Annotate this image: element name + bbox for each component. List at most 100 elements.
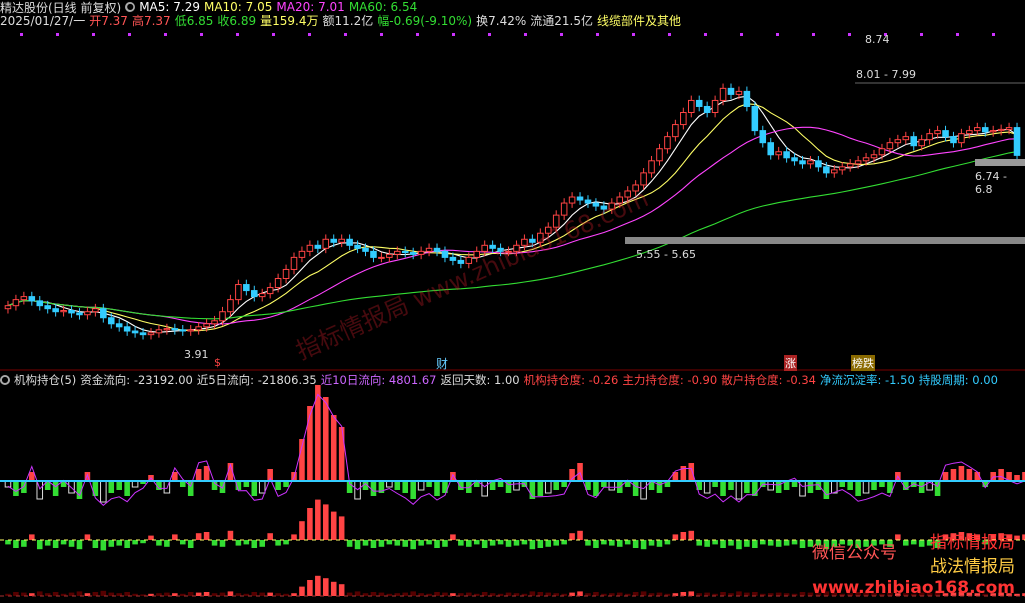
event-marker-finance[interactable]: 财: [436, 355, 448, 372]
resistance-band: [975, 159, 1025, 166]
hold-bar: [672, 534, 679, 540]
flow-bar: [799, 480, 806, 497]
range-top-annotation: 8.01 - 7.99: [856, 68, 916, 81]
candle-body: [107, 317, 115, 325]
candle-body: [672, 124, 679, 138]
hold-bar: [537, 540, 544, 548]
retail-bar: [52, 592, 59, 596]
quote-info-line: 2025/01/27/一 开7.37 高7.37 低6.85 收6.89 量15…: [0, 11, 681, 29]
retail-bar: [656, 592, 663, 596]
flow-bar: [251, 481, 258, 496]
retail-bar: [632, 592, 639, 596]
retail-bar: [251, 592, 258, 596]
border-dot: [992, 33, 995, 36]
hold-bar: [338, 516, 345, 540]
candle-body: [139, 332, 147, 336]
retail-bar: [354, 591, 361, 596]
candle-body: [12, 299, 20, 307]
top-dotted-border: [20, 33, 995, 36]
flow-bar: [847, 481, 853, 490]
retail-bar: [76, 591, 83, 596]
indicator-panel[interactable]: [0, 385, 1025, 597]
hold-bar: [553, 540, 559, 546]
hold-bar: [315, 499, 321, 540]
candle-body: [727, 87, 735, 95]
flow-bar: [100, 480, 107, 503]
candle-body: [378, 256, 385, 259]
retail-bar: [545, 592, 552, 596]
retail-bar: [195, 592, 202, 596]
indicator-settings-icon[interactable]: ●: [0, 375, 10, 385]
candle-body: [298, 250, 306, 258]
candle-body: [838, 166, 846, 171]
retail-bar: [68, 592, 75, 596]
event-marker-dollar[interactable]: $: [214, 356, 221, 369]
retail-bar: [775, 592, 782, 596]
candle-body: [115, 323, 123, 328]
flow-bar: [703, 480, 711, 494]
candle-body: [417, 250, 425, 255]
flow-bar: [823, 481, 830, 499]
candle-body: [346, 238, 353, 246]
range-low-annotation: 5.55 - 5.65: [636, 248, 696, 261]
hold-bar: [179, 540, 186, 545]
candle-body: [314, 244, 322, 249]
candle-body: [322, 238, 330, 249]
candle-body: [258, 293, 266, 298]
candle-body: [147, 332, 155, 336]
candlestick-series[interactable]: [4, 83, 1021, 340]
border-dot: [956, 33, 959, 36]
candle-body: [974, 127, 981, 132]
candle-body: [942, 130, 949, 138]
candle-body: [235, 284, 242, 301]
candle-body: [958, 133, 965, 144]
event-marker-rise[interactable]: 涨: [784, 355, 797, 371]
sector-label[interactable]: 线缆部件及其他: [597, 12, 681, 29]
open-label: 开7.37: [89, 13, 128, 28]
retail-bar: [219, 592, 226, 596]
border-dot: [668, 33, 671, 36]
border-dot: [272, 33, 275, 36]
hold-bar: [656, 540, 663, 547]
hold-bar: [442, 540, 448, 547]
candle-body: [123, 326, 131, 332]
retail-bar: [259, 592, 266, 596]
hold-bar: [100, 540, 107, 551]
candle-body: [791, 157, 798, 162]
border-dot: [488, 33, 491, 36]
flow-bar: [862, 480, 870, 494]
hold-bar: [458, 540, 464, 546]
hold-bar: [481, 540, 488, 548]
flow-bar: [934, 481, 941, 496]
candle-body: [84, 311, 91, 316]
candle-body: [878, 148, 886, 156]
volume-label: 量159.4万: [260, 13, 319, 28]
candle-body: [902, 136, 910, 141]
flow-bar: [966, 469, 973, 481]
range-mid-annotation: 6.74 - 6.8: [975, 170, 1007, 196]
candle-body: [68, 310, 75, 314]
hold-bar: [609, 540, 615, 546]
hold-bar: [187, 540, 194, 548]
flow-bar: [338, 427, 345, 481]
border-dot: [164, 33, 167, 36]
hold-bar: [434, 540, 440, 548]
hold-bar: [21, 540, 27, 547]
border-dot: [632, 33, 635, 36]
candle-body: [815, 160, 822, 168]
border-dot: [344, 33, 347, 36]
candle-body: [28, 296, 36, 302]
flow-bar: [544, 480, 552, 494]
indicator-name[interactable]: 机构持仓(5): [14, 372, 76, 388]
hold-bar: [736, 540, 742, 550]
candle-body: [711, 99, 719, 114]
hold-bar: [116, 540, 122, 546]
period-label: 持股周期: 0.00: [918, 373, 998, 387]
candle-body: [433, 247, 441, 252]
flow-bar: [195, 469, 202, 481]
candle-body: [195, 326, 202, 331]
hold-bar: [108, 540, 115, 547]
stock-chart[interactable]: [0, 0, 1025, 603]
event-marker-list-fall[interactable]: 榜跌: [851, 355, 875, 371]
candle-body: [203, 323, 210, 328]
